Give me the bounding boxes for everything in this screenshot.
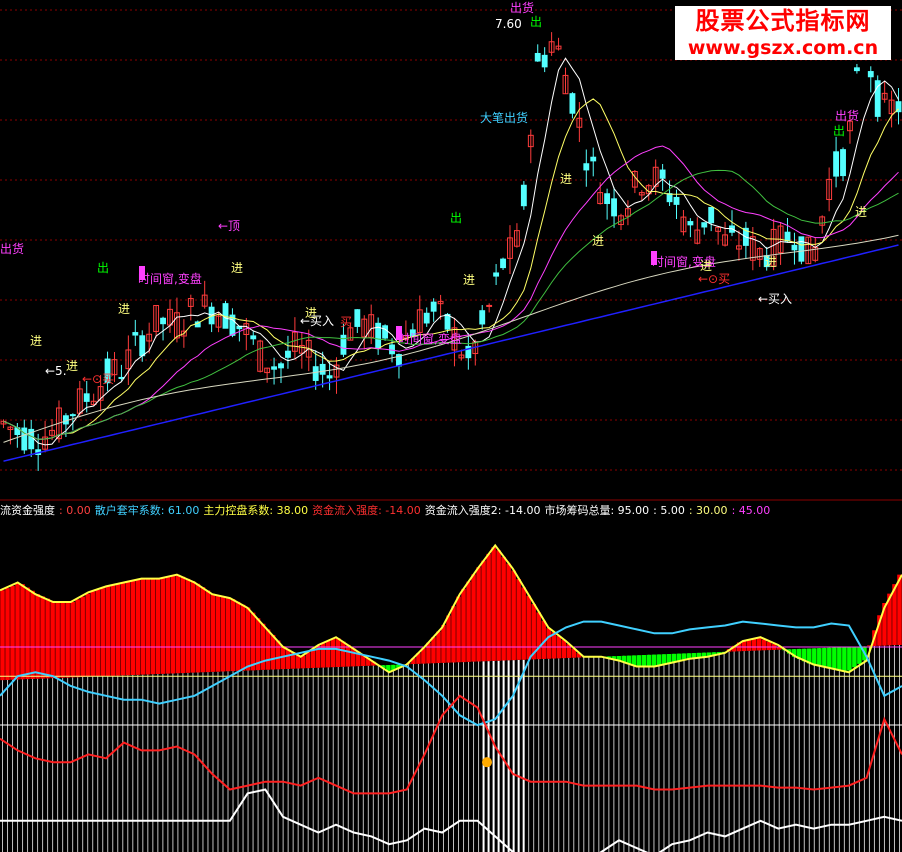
- signal-marker: [139, 266, 145, 280]
- candle-body: [382, 325, 389, 339]
- candle-body: [541, 54, 548, 68]
- legend-item: : 45.00: [731, 504, 771, 517]
- candle-body: [430, 301, 437, 312]
- annotation-label: ←顶: [218, 219, 240, 233]
- candle-body: [312, 366, 319, 381]
- candle-body: [590, 156, 597, 162]
- annotation-label: 出货: [510, 0, 534, 15]
- candle-body: [604, 193, 611, 205]
- annotation-label: 出货: [0, 241, 24, 256]
- indicator-legend: 流资金强度: 0.00 散户套牢系数: 61.00 主力控盘系数: 38.00 资金流…: [0, 503, 774, 519]
- candle-body: [139, 335, 146, 357]
- annotation-label: 进: [855, 205, 867, 219]
- candle-body: [444, 313, 451, 330]
- watermark-title: 股票公式指标网: [695, 7, 871, 35]
- annotation-label: 进: [231, 261, 243, 275]
- annotation-label: 进: [765, 255, 777, 269]
- signal-marker: [651, 251, 657, 265]
- candle-body: [250, 335, 257, 340]
- candle-body: [520, 184, 527, 207]
- candle-body: [389, 344, 395, 355]
- legend-item: 散户套牢系数: 61.00: [94, 504, 200, 517]
- candle-body: [784, 231, 791, 242]
- candle-body: [659, 169, 666, 179]
- candle-body: [791, 244, 798, 251]
- annotation-label: 时间窗,变盘: [398, 331, 462, 346]
- annotation-label: 7.60: [495, 17, 522, 31]
- candle-body: [160, 317, 166, 325]
- candle-body: [500, 258, 506, 269]
- annotation-label: 进: [118, 302, 130, 316]
- candle-body: [701, 222, 708, 228]
- annotation-label: ←买入: [758, 292, 792, 306]
- candle-body: [853, 67, 860, 72]
- candle-body: [132, 332, 139, 336]
- stock-chart: 出货出进进←5.←⊙买进时间窗,变盘←顶进进←买入 买时间窗,变盘进出大笔出货出货…: [0, 0, 902, 852]
- candle-body: [673, 196, 680, 205]
- annotation-label: 买: [340, 315, 352, 329]
- annotation-label: 进: [30, 334, 42, 348]
- signal-dot: [482, 757, 492, 768]
- candle-body: [666, 193, 673, 203]
- annotation-label: 出货: [835, 108, 859, 123]
- candle-body: [687, 221, 694, 226]
- watermark-banner-bottom: www.gszx.com.cn: [675, 36, 891, 60]
- legend-item: 流资金强度: [0, 504, 55, 517]
- signal-marker: [396, 326, 402, 340]
- candle-body: [423, 312, 430, 324]
- legend-item: : 30.00: [688, 504, 728, 517]
- annotation-label: 时间窗,变盘: [138, 271, 202, 286]
- candle-body: [83, 393, 90, 402]
- candle-body: [708, 206, 715, 224]
- annotation-label: ←⊙买: [698, 272, 730, 286]
- annotation-label: 进: [700, 259, 712, 273]
- watermark-banner-top: 股票公式指标网: [675, 6, 891, 36]
- candle-body: [798, 236, 805, 262]
- annotation-label: ←5.: [45, 364, 67, 378]
- candle-body: [271, 366, 277, 370]
- annotation-label: 进: [66, 359, 78, 373]
- candle-body: [354, 309, 361, 327]
- candle-body: [486, 304, 493, 307]
- candle-body: [534, 52, 541, 62]
- annotation-label: 大笔出货: [480, 110, 528, 125]
- candle-body: [69, 414, 76, 417]
- annotation-label: 出: [97, 261, 109, 275]
- annotation-label: 出: [833, 124, 845, 138]
- candle-body: [611, 198, 617, 217]
- legend-item: 主力控盘系数: 38.00: [203, 504, 309, 517]
- candle-body: [285, 350, 291, 358]
- candle-body: [479, 310, 486, 325]
- candle-body: [278, 363, 284, 369]
- candle-body: [569, 93, 576, 114]
- annotation-label: ←⊙买: [82, 372, 114, 386]
- annotation-label: 进: [560, 172, 572, 186]
- candle-body: [840, 149, 846, 177]
- candle-body: [583, 163, 590, 171]
- candle-body: [833, 151, 840, 177]
- legend-item: 市场筹码总量: 95.00: [544, 504, 650, 517]
- annotation-label: 进: [592, 234, 604, 248]
- annotation-label: 进: [463, 273, 475, 287]
- legend-item: : 0.00: [59, 504, 91, 517]
- watermark-url: www.gszx.com.cn: [687, 37, 879, 59]
- candle-body: [867, 71, 874, 78]
- annotation-label: ←买入: [300, 314, 334, 328]
- legend-item: 资金流入强度: -14.00: [312, 504, 421, 517]
- annotation-label: 出: [530, 15, 542, 29]
- candle-body: [326, 375, 333, 379]
- legend-item: 资金流入强度2: -14.00: [424, 504, 541, 517]
- legend-item: : 5.00: [653, 504, 685, 517]
- candle-body: [493, 272, 500, 277]
- chart-background: [0, 0, 902, 852]
- candle-body: [319, 363, 326, 375]
- annotation-label: 出: [450, 211, 462, 225]
